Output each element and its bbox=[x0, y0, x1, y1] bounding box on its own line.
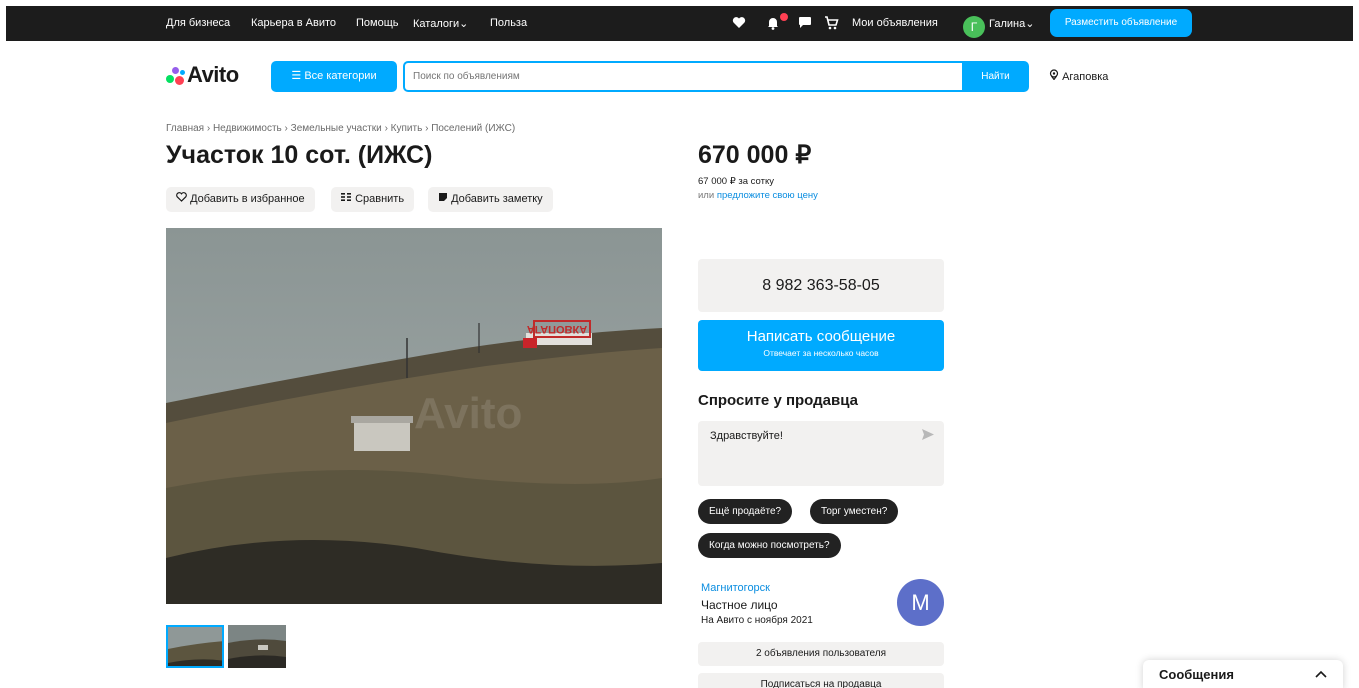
find-button[interactable]: Найти bbox=[962, 61, 1029, 92]
search-input[interactable] bbox=[403, 61, 963, 92]
chevron-up-icon[interactable] bbox=[1315, 667, 1327, 681]
add-to-favorites-label: Добавить в избранное bbox=[190, 193, 305, 205]
avito-logo-icon bbox=[166, 67, 185, 85]
add-note-button[interactable]: Добавить заметку bbox=[428, 187, 553, 212]
messenger-widget[interactable]: Сообщения bbox=[1143, 660, 1343, 688]
breadcrumb-item[interactable]: Главная bbox=[166, 123, 204, 134]
seller-ads-button[interactable]: 2 объявления пользователя bbox=[698, 642, 944, 666]
post-ad-button[interactable]: Разместить объявление bbox=[1050, 9, 1192, 37]
offer-prefix: или bbox=[698, 190, 715, 201]
quick-question-chip[interactable]: Когда можно посмотреть? bbox=[698, 533, 841, 558]
heart-icon[interactable] bbox=[732, 16, 746, 32]
price-per-sotka: 67 000 ₽ за сотку bbox=[698, 176, 774, 187]
user-name: Галина bbox=[989, 18, 1026, 30]
categories-icon: ☰ bbox=[291, 70, 302, 82]
messenger-label: Сообщения bbox=[1159, 667, 1234, 682]
breadcrumb-item[interactable]: Купить bbox=[391, 123, 423, 134]
bell-icon[interactable] bbox=[766, 16, 780, 33]
compare-button[interactable]: Сравнить bbox=[331, 187, 415, 212]
quick-question-chip[interactable]: Ещё продаёте? bbox=[698, 499, 793, 524]
nav-link-help[interactable]: Помощь bbox=[356, 17, 399, 29]
top-navbar: Для бизнеса Карьера в Авито Помощь Катал… bbox=[6, 6, 1353, 41]
nav-link-career[interactable]: Карьера в Авито bbox=[251, 17, 336, 29]
phone-number-button[interactable]: 8 982 363-58-05 bbox=[698, 259, 944, 312]
breadcrumb: Главная › Недвижимость › Земельные участ… bbox=[166, 123, 515, 134]
write-message-label: Написать сообщение bbox=[746, 328, 896, 345]
offer-price-text: или предложите свою цену bbox=[698, 190, 818, 201]
seller-avatar[interactable]: М bbox=[897, 579, 944, 626]
note-icon bbox=[438, 193, 451, 205]
compare-icon bbox=[341, 193, 355, 205]
offer-price-link[interactable]: предложите свою цену bbox=[717, 190, 818, 201]
chevron-down-icon: ⌄ bbox=[1025, 18, 1035, 30]
location-pin-icon bbox=[1049, 69, 1062, 83]
heart-outline-icon bbox=[176, 192, 190, 205]
photo-sign-text: АГАПОВКА bbox=[527, 323, 587, 335]
nav-link-catalogs[interactable]: Каталоги⌄ bbox=[413, 17, 468, 30]
add-to-favorites-button[interactable]: Добавить в избранное bbox=[166, 187, 315, 212]
all-categories-label: Все категории bbox=[304, 70, 377, 82]
user-avatar[interactable]: Г bbox=[963, 16, 985, 38]
all-categories-button[interactable]: ☰ Все категории bbox=[271, 61, 397, 92]
nav-link-benefit[interactable]: Польза bbox=[490, 17, 527, 29]
nav-link-business[interactable]: Для бизнеса bbox=[166, 17, 230, 29]
my-ads-link[interactable]: Мои объявления bbox=[852, 17, 938, 29]
ask-seller-text: Здравствуйте! bbox=[710, 430, 783, 442]
listing-photo[interactable]: Avito АГАПОВКА bbox=[166, 228, 662, 604]
breadcrumb-item[interactable]: Земельные участки bbox=[291, 123, 382, 134]
user-menu[interactable]: Галина⌄ bbox=[989, 17, 1034, 30]
seller-type: Частное лицо bbox=[701, 598, 778, 612]
quick-question-chip[interactable]: Торг уместен? bbox=[810, 499, 899, 524]
write-message-button[interactable]: Написать сообщение Отвечает за несколько… bbox=[698, 320, 944, 371]
subscribe-seller-button[interactable]: Подписаться на продавца bbox=[698, 673, 944, 688]
watermark-text: Avito bbox=[414, 389, 522, 438]
seller-city-link[interactable]: Магнитогорск bbox=[701, 582, 770, 594]
photo-thumbnail[interactable] bbox=[166, 625, 224, 668]
location-label: Агаповка bbox=[1062, 71, 1109, 83]
cart-icon[interactable] bbox=[824, 16, 839, 33]
ask-seller-heading: Спросите у продавца bbox=[698, 392, 858, 409]
compare-label: Сравнить bbox=[355, 193, 405, 205]
notification-badge bbox=[780, 13, 788, 21]
seller-since: На Авито с ноября 2021 bbox=[701, 615, 813, 626]
send-icon[interactable] bbox=[922, 429, 934, 443]
chat-icon[interactable] bbox=[798, 16, 812, 32]
response-time-label: Отвечает за несколько часов bbox=[763, 348, 879, 358]
photo-thumbnail[interactable] bbox=[228, 625, 286, 668]
breadcrumb-item[interactable]: Недвижимость bbox=[213, 123, 282, 134]
listing-price: 670 000 ₽ bbox=[698, 141, 812, 169]
breadcrumb-item[interactable]: Поселений (ИЖС) bbox=[431, 123, 515, 134]
nav-link-catalogs-label: Каталоги bbox=[413, 18, 460, 30]
page-title: Участок 10 сот. (ИЖС) bbox=[166, 141, 433, 169]
location-selector[interactable]: Агаповка bbox=[1049, 69, 1108, 83]
ask-seller-input[interactable]: Здравствуйте! bbox=[698, 421, 944, 486]
chevron-down-icon: ⌄ bbox=[459, 18, 469, 30]
avito-logo[interactable]: Avito bbox=[187, 62, 239, 88]
add-note-label: Добавить заметку bbox=[451, 193, 543, 205]
